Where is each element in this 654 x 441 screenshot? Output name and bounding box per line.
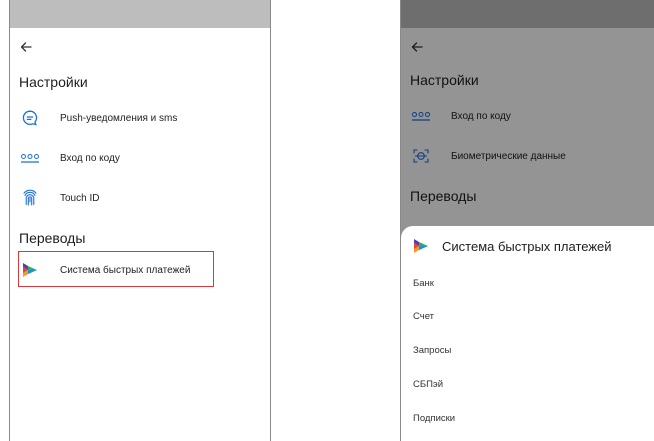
sbp-logo-icon xyxy=(413,238,429,254)
sheet-option-subscriptions[interactable]: Подписки xyxy=(413,413,455,424)
status-bar xyxy=(10,0,270,28)
dots-code-icon xyxy=(19,147,41,169)
sbp-settings-screen: Настройки Вход по коду Биометрические да… xyxy=(400,0,654,441)
arrow-left-icon[interactable] xyxy=(19,40,33,54)
sheet-option-account[interactable]: Счет xyxy=(413,311,434,322)
fingerprint-icon xyxy=(19,187,41,209)
chat-bubble-icon xyxy=(19,107,41,129)
sheet-title: Система быстрых платежей xyxy=(442,238,612,254)
menu-item-label: Вход по коду xyxy=(60,152,120,164)
settings-screen: Настройки Push-уведомления и sms Вход по… xyxy=(9,0,271,441)
menu-item-push-notifications[interactable]: Push-уведомления и sms xyxy=(19,105,177,131)
menu-item-label: Touch ID xyxy=(60,192,100,204)
bottom-sheet: Система быстрых платежей Банк Счет Запро… xyxy=(401,226,654,441)
menu-item-label: Push-уведомления и sms xyxy=(60,112,178,124)
transfers-section-title: Переводы xyxy=(19,230,86,246)
highlight-frame xyxy=(18,251,214,287)
sheet-option-sbpay[interactable]: СБПэй xyxy=(413,379,443,390)
sheet-option-bank[interactable]: Банк xyxy=(413,278,434,289)
sheet-header: Система быстрых платежей xyxy=(413,238,612,254)
sheet-option-requests[interactable]: Запросы xyxy=(413,345,451,356)
menu-item-login-code[interactable]: Вход по коду xyxy=(19,145,120,171)
settings-section-title: Настройки xyxy=(19,74,88,90)
menu-item-touch-id[interactable]: Touch ID xyxy=(19,185,99,211)
